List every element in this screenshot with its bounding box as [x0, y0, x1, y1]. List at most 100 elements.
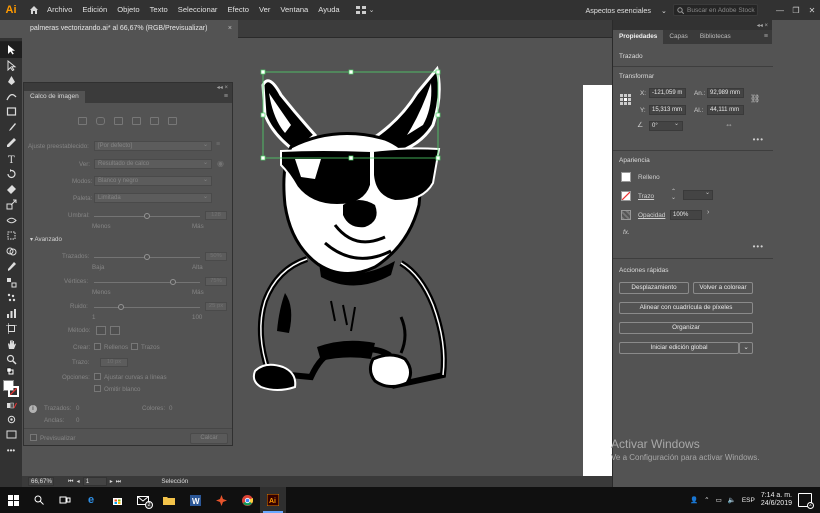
mail-icon[interactable]: 2	[130, 487, 156, 513]
volume-icon[interactable]: 🔈	[728, 496, 736, 504]
menu-efecto[interactable]: Efecto	[222, 0, 254, 20]
menu-seleccionar[interactable]: Seleccionar	[173, 0, 223, 20]
method-abutting-icon[interactable]	[96, 326, 106, 335]
close-tab-icon[interactable]: ×	[228, 20, 232, 38]
screen-mode-icon[interactable]	[0, 427, 22, 443]
black-white-preset-icon[interactable]	[150, 117, 159, 125]
width-field[interactable]: 92,989 mm	[707, 88, 744, 98]
chrome-icon[interactable]	[234, 487, 260, 513]
auto-color-preset-icon[interactable]	[78, 117, 87, 125]
tab-layers[interactable]: Capas	[663, 30, 693, 44]
stroke-weight-stepper[interactable]: ⌃ ⌄	[671, 189, 681, 201]
current-tool-label[interactable]: Selección	[161, 478, 188, 485]
column-graph-tool-icon[interactable]	[0, 306, 22, 322]
chevron-down-icon[interactable]: ⌄	[705, 189, 710, 196]
mode-select[interactable]: Blanco y negro	[94, 176, 212, 186]
hand-tool-icon[interactable]	[0, 337, 22, 353]
noise-value[interactable]: 25 px	[205, 302, 227, 311]
palette-select[interactable]: Limitada	[94, 193, 212, 203]
trace-button[interactable]: Calcar	[190, 433, 228, 444]
offset-path-button[interactable]: Desplazamiento	[619, 282, 689, 294]
stroke-label[interactable]: Trazo	[638, 193, 654, 200]
free-transform-tool-icon[interactable]	[0, 228, 22, 244]
y-field[interactable]: 15,313 mm	[649, 105, 686, 115]
advanced-toggle[interactable]: ▾ Avanzado	[30, 236, 62, 243]
illustrator-taskbar-icon[interactable]: Ai	[260, 487, 286, 513]
menu-ayuda[interactable]: Ayuda	[313, 0, 344, 20]
paths-value[interactable]: 50%	[205, 252, 227, 261]
system-clock[interactable]: 7:14 a. m. 24/6/2019	[761, 492, 792, 508]
store-icon[interactable]	[104, 487, 130, 513]
stroke-swatch[interactable]	[621, 191, 631, 201]
next-artboard-icon[interactable]: ▸	[110, 478, 113, 485]
menu-ver[interactable]: Ver	[254, 0, 275, 20]
document-tab[interactable]: palmeras vectorizando.ai* al 66,67% (RGB…	[22, 20, 238, 38]
sparkle-app-icon[interactable]	[208, 487, 234, 513]
high-color-preset-icon[interactable]	[96, 117, 105, 125]
file-explorer-icon[interactable]	[156, 487, 182, 513]
panel-top-controls[interactable]: ◂◂ ×	[24, 83, 232, 91]
stroke-value[interactable]: 10 px	[100, 358, 128, 367]
snap-curves-checkbox[interactable]	[94, 373, 101, 380]
fill-stroke-swatch[interactable]	[0, 378, 22, 400]
chevron-up-icon[interactable]: ⌃	[704, 496, 709, 504]
view-select[interactable]: Resultado de calco	[94, 159, 212, 169]
direct-selection-tool-icon[interactable]	[0, 58, 22, 74]
ignore-white-checkbox[interactable]	[94, 385, 101, 392]
panel-menu-icon[interactable]: ≡	[764, 30, 768, 44]
word-icon[interactable]: W	[182, 487, 208, 513]
fill-swatch[interactable]	[621, 172, 631, 182]
link-proportions-icon[interactable]: ⛓	[750, 94, 760, 103]
minimize-button[interactable]: —	[772, 6, 788, 15]
start-global-edit-button[interactable]: Iniciar edición global	[619, 342, 739, 354]
chevron-down-icon[interactable]: ⌄	[674, 120, 679, 127]
default-colors-icon[interactable]	[0, 367, 22, 378]
noise-slider-knob[interactable]	[118, 304, 124, 310]
artboard-number-field[interactable]: 1	[82, 477, 107, 486]
eraser-tool-icon[interactable]	[0, 182, 22, 198]
blend-tool-icon[interactable]	[0, 275, 22, 291]
pencil-tool-icon[interactable]	[0, 135, 22, 151]
threshold-slider-knob[interactable]	[144, 213, 150, 219]
shape-builder-tool-icon[interactable]	[0, 244, 22, 260]
opacity-label[interactable]: Opacidad	[638, 212, 665, 219]
flip-horizontal-icon[interactable]: ⇔	[725, 120, 733, 129]
outline-preset-icon[interactable]	[168, 117, 177, 125]
corners-slider[interactable]	[94, 282, 200, 283]
fx-button[interactable]: fx.	[623, 229, 630, 236]
reference-point-icon[interactable]	[620, 94, 631, 105]
noise-slider[interactable]	[94, 307, 200, 308]
first-artboard-icon[interactable]: ⏮	[68, 478, 74, 486]
x-field[interactable]: -121,059 m	[649, 88, 686, 98]
home-icon[interactable]	[26, 0, 42, 20]
menu-archivo[interactable]: Archivo	[42, 0, 77, 20]
menu-texto[interactable]: Texto	[145, 0, 173, 20]
preset-menu-icon[interactable]: ≡	[216, 141, 220, 148]
eyedropper-tool-icon[interactable]	[0, 259, 22, 275]
windows-start-icon[interactable]	[0, 487, 26, 513]
symbol-sprayer-tool-icon[interactable]	[0, 290, 22, 306]
method-overlapping-icon[interactable]	[110, 326, 120, 335]
corners-slider-knob[interactable]	[170, 279, 176, 285]
close-button[interactable]: ✕	[804, 6, 820, 15]
maximize-button[interactable]: ❐	[788, 6, 804, 15]
panel-menu-icon[interactable]: ≡	[224, 91, 228, 103]
fills-checkbox[interactable]	[94, 343, 101, 350]
type-tool-icon[interactable]: T	[0, 151, 22, 167]
transform-more-options[interactable]: •••	[753, 135, 764, 144]
preview-checkbox[interactable]	[30, 434, 37, 441]
traced-artwork[interactable]	[225, 55, 485, 395]
last-artboard-icon[interactable]: ⏭	[116, 478, 122, 486]
appearance-more-options[interactable]: •••	[753, 242, 764, 251]
tab-image-trace[interactable]: Calco de imagen	[24, 91, 85, 103]
chevron-right-icon[interactable]: ›	[707, 209, 709, 216]
user-icon[interactable]: 👤	[690, 496, 698, 504]
search-icon[interactable]	[26, 487, 52, 513]
height-field[interactable]: 44,111 mm	[707, 105, 744, 115]
language-indicator[interactable]: ESP	[742, 497, 755, 504]
low-color-preset-icon[interactable]	[114, 117, 123, 125]
zoom-level-field[interactable]: 66,67%	[28, 477, 54, 486]
menu-edicion[interactable]: Edición	[77, 0, 112, 20]
notifications-icon[interactable]: 2	[798, 493, 814, 509]
panel-top-controls[interactable]: ◂◂ ×	[613, 20, 772, 30]
